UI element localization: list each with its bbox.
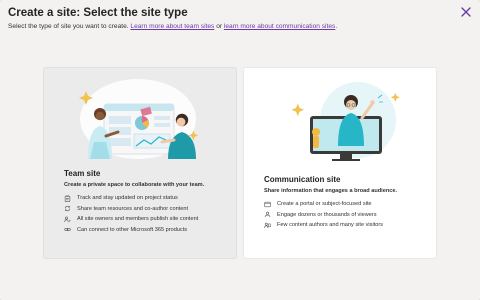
team-site-description: Create a private space to collaborate wi…	[64, 182, 205, 188]
communication-site-title: Communication site	[264, 175, 341, 184]
subtitle-end: .	[335, 23, 338, 30]
people-edit-icon	[64, 216, 71, 223]
authors-icon	[264, 222, 271, 228]
team-site-title: Team site	[64, 169, 101, 178]
feature-item: Engage dozens or thousands of viewers	[264, 210, 430, 221]
clipboard-icon	[64, 195, 71, 202]
close-icon[interactable]	[460, 6, 472, 18]
feature-text: Track and stay updated on project status	[77, 195, 178, 202]
subtitle-or: or	[214, 23, 224, 30]
feature-text: Engage dozens or thousands of viewers	[277, 211, 377, 218]
link-icon	[64, 228, 71, 232]
feature-text: All site owners and members publish site…	[77, 216, 199, 223]
feature-item: Create a portal or subject-focused site	[264, 199, 430, 210]
share-refresh-icon	[65, 206, 70, 212]
feature-item: Can connect to other Microsoft 365 produ…	[64, 225, 230, 236]
feature-item: Share team resources and co-author conte…	[64, 204, 230, 215]
dialog-title: Create a site: Select the site type	[8, 7, 188, 19]
communication-site-features: Create a portal or subject-focused site …	[264, 199, 430, 231]
learn-team-sites-link[interactable]: Learn more about team sites	[130, 23, 214, 30]
feature-text: Share team resources and co-author conte…	[77, 205, 189, 212]
dialog-subtitle: Select the type of site you want to crea…	[8, 23, 456, 30]
feature-text: Can connect to other Microsoft 365 produ…	[77, 226, 188, 233]
dialog-header: Create a site: Select the site type Sele…	[8, 6, 456, 30]
team-site-card[interactable]: Team site Create a private space to coll…	[44, 68, 236, 258]
create-site-dialog: Create a site: Select the site type Sele…	[0, 0, 480, 300]
feature-text: Few content authors and many site visito…	[277, 222, 384, 229]
feature-item: Few content authors and many site visito…	[264, 220, 430, 231]
feature-item: Track and stay updated on project status	[64, 193, 230, 204]
communication-site-illustration	[291, 82, 400, 161]
web-page-icon	[264, 201, 271, 207]
communication-site-description: Share information that engages a broad a…	[264, 188, 398, 194]
subtitle-text: Select the type of site you want to crea…	[8, 23, 131, 30]
feature-text: Create a portal or subject-focused site	[277, 201, 372, 208]
team-site-illustration	[79, 79, 199, 159]
feature-item: All site owners and members publish site…	[64, 214, 230, 225]
team-site-features: Track and stay updated on project status…	[64, 193, 230, 235]
learn-communication-sites-link[interactable]: learn more about communication sites	[224, 23, 335, 30]
viewers-icon	[264, 211, 271, 218]
communication-site-card[interactable]: Communication site Share information tha…	[244, 68, 436, 258]
